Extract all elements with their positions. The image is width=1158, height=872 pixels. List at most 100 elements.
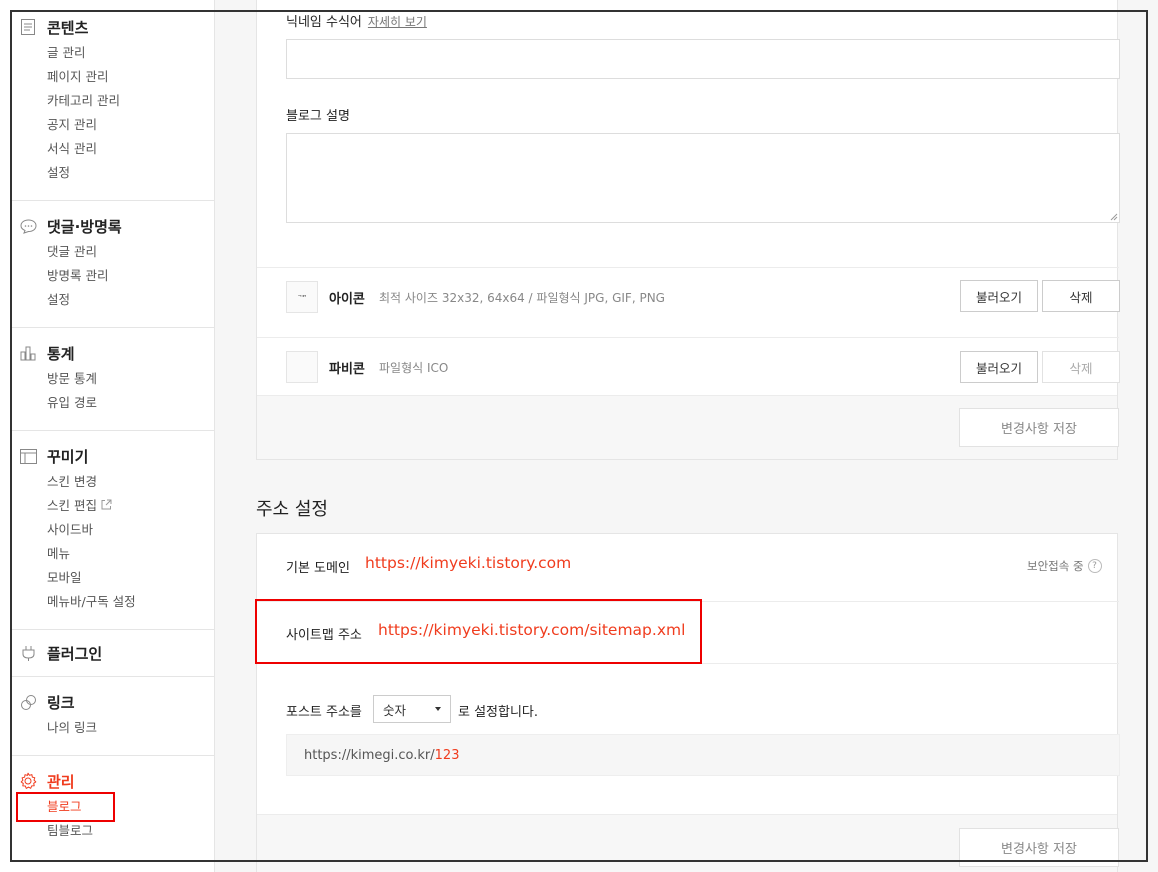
sidebar-item-pages[interactable]: 페이지 관리 xyxy=(0,65,214,89)
sidebar-item-team-blog[interactable]: 팀블로그 xyxy=(0,819,214,843)
external-link-icon xyxy=(101,494,112,518)
sidebar-item-notices[interactable]: 공지 관리 xyxy=(0,113,214,137)
resize-handle-icon[interactable] xyxy=(1110,213,1118,221)
icon-load-button[interactable]: 불러오기 xyxy=(960,280,1038,312)
sitemap-url-value: https://kimyeki.tistory.com/sitemap.xml xyxy=(378,621,686,639)
bar-chart-icon xyxy=(19,344,37,362)
blog-info-card: 닉네임 수식어 자세히 보기 블로그 설명 ᄀᄆᄀ 아이콘 최적 사이즈 32x3… xyxy=(256,0,1120,460)
save-changes-button[interactable]: 변경사항 저장 xyxy=(959,828,1119,867)
blog-description-textarea[interactable] xyxy=(286,133,1120,223)
divider xyxy=(257,663,1119,664)
menu-title: 댓글·방명록 xyxy=(47,217,122,236)
chevron-down-icon xyxy=(435,707,441,711)
secure-connection-status: 보안접속 중 ? xyxy=(1027,558,1117,574)
sidebar-item-menubar[interactable]: 메뉴바/구독 설정 xyxy=(0,590,214,614)
favicon-thumbnail xyxy=(286,351,318,383)
menu-group-stats: 통계 방문 통계 유입 경로 xyxy=(0,341,214,415)
favicon-description: 파일형식 ICO xyxy=(379,361,449,375)
plug-icon xyxy=(19,644,37,662)
menu-title: 콘텐츠 xyxy=(47,18,89,37)
divider xyxy=(257,337,1119,338)
select-value: 숫자 xyxy=(383,702,407,718)
sidebar-item-sidebar[interactable]: 사이드바 xyxy=(0,518,214,542)
menu-title: 꾸미기 xyxy=(47,447,89,466)
favicon-load-button[interactable]: 불러오기 xyxy=(960,351,1038,383)
menu-title: 링크 xyxy=(47,693,75,712)
save-changes-button[interactable]: 변경사항 저장 xyxy=(959,408,1119,447)
sidebar-item-templates[interactable]: 서식 관리 xyxy=(0,137,214,161)
example-post-id: 123 xyxy=(434,747,460,763)
example-base-url: https://kimegi.co.kr/ xyxy=(304,747,435,763)
divider xyxy=(10,676,214,677)
menu-title: 통계 xyxy=(47,344,75,363)
sidebar-item-comment-settings[interactable]: 설정 xyxy=(0,288,214,312)
post-address-suffix: 로 설정합니다. xyxy=(458,705,539,720)
divider xyxy=(10,629,214,630)
divider xyxy=(257,267,1119,268)
menu-title: 플러그인 xyxy=(47,644,103,663)
sidebar-item-comments[interactable]: 댓글 관리 xyxy=(0,240,214,264)
sidebar-item-posts[interactable]: 글 관리 xyxy=(0,41,214,65)
divider xyxy=(10,755,214,756)
sidebar-item-blog[interactable]: 블로그 xyxy=(0,795,214,819)
menu-group-links: 링크 나의 링크 xyxy=(0,690,214,740)
sidebar: 콘텐츠 글 관리 페이지 관리 카테고리 관리 공지 관리 서식 관리 설정 댓… xyxy=(0,0,215,872)
speech-bubble-icon xyxy=(19,217,37,235)
sidebar-item-content-settings[interactable]: 설정 xyxy=(0,161,214,185)
post-address-prefix: 포스트 주소를 xyxy=(286,705,362,720)
menu-head-design[interactable]: 꾸미기 xyxy=(0,444,214,468)
nickname-more-link[interactable]: 자세히 보기 xyxy=(368,15,427,29)
nickname-label-row: 닉네임 수식어 자세히 보기 xyxy=(286,11,427,30)
nickname-input[interactable] xyxy=(286,39,1120,79)
link-icon xyxy=(19,693,37,711)
main-content: 닉네임 수식어 자세히 보기 블로그 설명 ᄀᄆᄀ 아이콘 최적 사이즈 32x3… xyxy=(215,0,1158,872)
icon-description: 최적 사이즈 32x32, 64x64 / 파일형식 JPG, GIF, PNG xyxy=(379,291,665,305)
icon-thumbnail: ᄀᄆᄀ xyxy=(286,281,318,313)
menu-group-design: 꾸미기 스킨 변경 스킨 편집 사이드바 메뉴 모바일 메뉴바/구독 설정 xyxy=(0,444,214,614)
sidebar-item-my-links[interactable]: 나의 링크 xyxy=(0,716,214,740)
menu-head-comments[interactable]: 댓글·방명록 xyxy=(0,214,214,238)
sidebar-item-menu[interactable]: 메뉴 xyxy=(0,542,214,566)
menu-group-contents: 콘텐츠 글 관리 페이지 관리 카테고리 관리 공지 관리 서식 관리 설정 xyxy=(0,15,214,185)
icon-label: 아이콘 xyxy=(329,292,365,307)
nickname-label: 닉네임 수식어 xyxy=(286,15,362,30)
menu-head-stats[interactable]: 통계 xyxy=(0,341,214,365)
post-address-select[interactable]: 숫자 xyxy=(373,695,451,723)
sidebar-item-guestbook[interactable]: 방명록 관리 xyxy=(0,264,214,288)
sidebar-item-skin-change[interactable]: 스킨 변경 xyxy=(0,470,214,494)
menu-title: 관리 xyxy=(47,772,75,791)
help-icon[interactable]: ? xyxy=(1087,559,1102,573)
default-domain-value: https://kimyeki.tistory.com xyxy=(365,554,572,572)
favicon-label: 파비콘 xyxy=(329,362,365,377)
blog-description-label: 블로그 설명 xyxy=(286,109,350,124)
address-card: 기본 도메인 https://kimyeki.tistory.com 보안접속 … xyxy=(256,533,1120,872)
document-icon xyxy=(19,18,37,36)
sidebar-item-referrers[interactable]: 유입 경로 xyxy=(0,391,214,415)
menu-group-comments: 댓글·방명록 댓글 관리 방명록 관리 설정 xyxy=(0,214,214,312)
sidebar-item-visits[interactable]: 방문 통계 xyxy=(0,367,214,391)
favicon-delete-button[interactable]: 삭제 xyxy=(1042,351,1120,383)
menu-head-links[interactable]: 링크 xyxy=(0,690,214,714)
divider xyxy=(257,601,1119,602)
secure-text: 보안접속 중 xyxy=(1027,559,1084,573)
gear-icon xyxy=(19,772,37,790)
address-section-title: 주소 설정 xyxy=(256,499,328,520)
divider xyxy=(10,430,214,431)
menu-head-contents[interactable]: 콘텐츠 xyxy=(0,15,214,39)
default-domain-label: 기본 도메인 xyxy=(286,561,350,576)
sidebar-item-skin-edit[interactable]: 스킨 편집 xyxy=(0,494,214,518)
sidebar-item-categories[interactable]: 카테고리 관리 xyxy=(0,89,214,113)
card-footer: 변경사항 저장 xyxy=(257,814,1119,872)
icon-delete-button[interactable]: 삭제 xyxy=(1042,280,1120,312)
sitemap-label: 사이트맵 주소 xyxy=(286,628,362,643)
post-address-example: https://kimegi.co.kr/123 xyxy=(286,734,1120,776)
sidebar-item-mobile[interactable]: 모바일 xyxy=(0,566,214,590)
sidebar-item-label: 스킨 편집 xyxy=(47,498,97,513)
layout-icon xyxy=(19,447,37,465)
divider xyxy=(10,327,214,328)
menu-group-plugins: 플러그인 xyxy=(0,641,214,665)
menu-head-admin[interactable]: 관리 xyxy=(0,769,214,793)
card-footer: 변경사항 저장 xyxy=(257,395,1119,459)
menu-head-plugins[interactable]: 플러그인 xyxy=(0,641,214,665)
divider xyxy=(10,200,214,201)
